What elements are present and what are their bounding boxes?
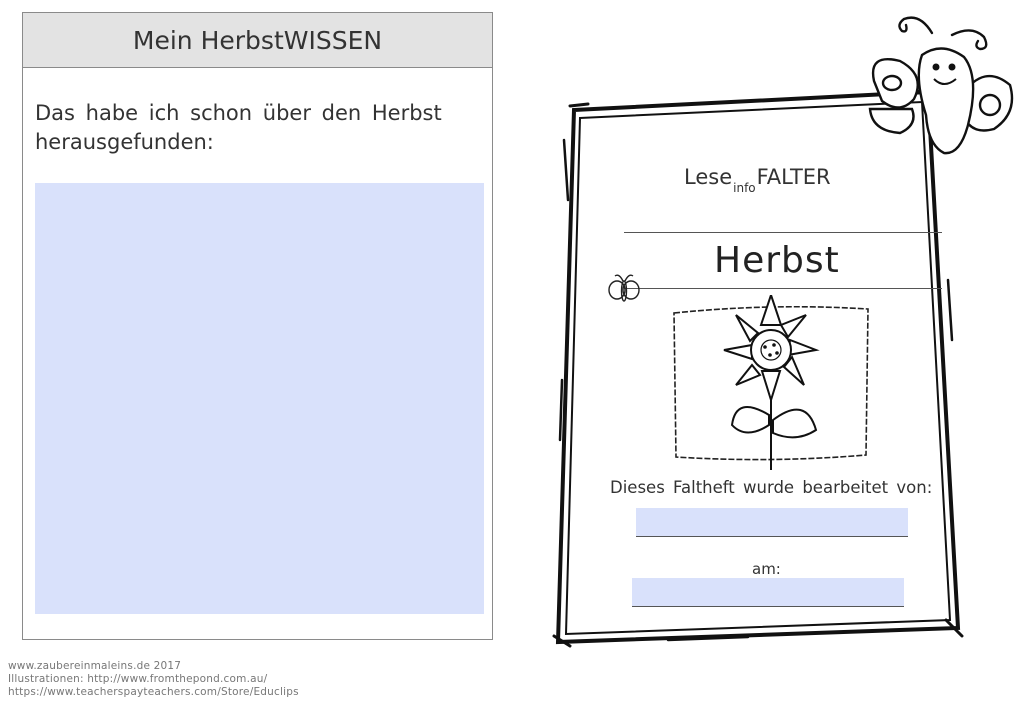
date-label: am: (752, 560, 781, 578)
date-field[interactable] (632, 578, 904, 607)
title-rule-top (624, 232, 942, 233)
butterfly-icon (868, 16, 1014, 155)
answer-area[interactable] (35, 183, 484, 614)
made-by-label: Dieses Faltheft wurde bearbeitet von: (610, 478, 933, 497)
panel-title: Mein HerbstWISSEN (23, 13, 492, 68)
footer-line-website: www.zaubereinmaleins.de 2017 (8, 660, 182, 672)
knowledge-panel: Mein HerbstWISSEN Das habe ich schon übe… (22, 12, 493, 640)
sunflower-icon (673, 295, 869, 470)
title-rule-bottom (624, 288, 942, 289)
brand-sup: info (733, 181, 756, 195)
footer-line-illustrations: Illustrationen: http://www.fromthepond.c… (8, 673, 268, 685)
small-butterfly-icon (608, 274, 640, 302)
brand-prefix: Lese (684, 165, 733, 189)
brand-logo: LeseinfoFALTER (684, 165, 831, 195)
footer-credits: www.zaubereinmaleins.de 2017 Illustratio… (8, 660, 299, 699)
cover-card: LeseinfoFALTER Herbst Dieses Faltheft wu… (548, 80, 978, 660)
brand-suffix: FALTER (756, 165, 831, 189)
footer-line-store: https://www.teacherspayteachers.com/Stor… (8, 686, 299, 698)
name-field[interactable] (636, 508, 908, 537)
card-title: Herbst (714, 240, 840, 281)
panel-prompt: Das habe ich schon über den Herbst herau… (35, 101, 442, 154)
